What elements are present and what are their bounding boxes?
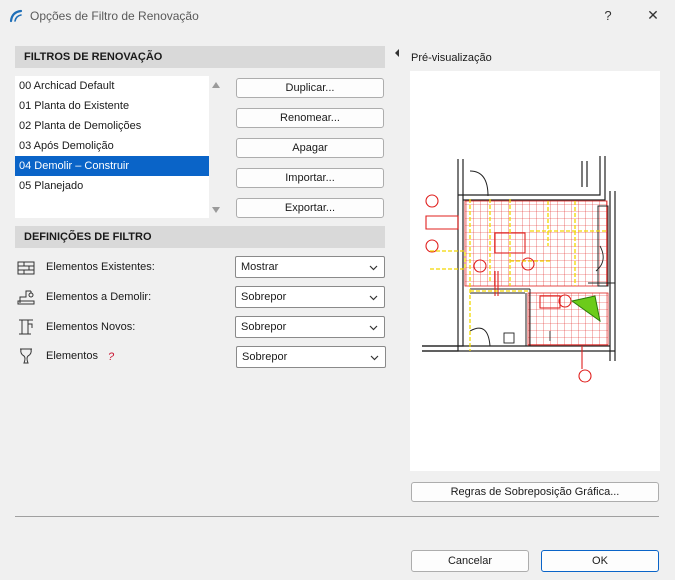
filter-list-item-selected[interactable]: 04 Demolir – Construir — [15, 156, 209, 176]
filters-header: FILTROS DE RENOVAÇÃO — [15, 46, 385, 68]
elements-suffix: ? — [108, 351, 115, 363]
demolish-elements-label: Elementos a Demolir: — [46, 291, 152, 303]
filter-list-item[interactable]: 02 Planta de Demolições — [15, 116, 209, 136]
collapse-arrow-icon[interactable] — [393, 48, 401, 58]
chevron-down-icon — [369, 325, 378, 331]
footer-divider — [15, 516, 659, 517]
definitions-header: DEFINIÇÕES DE FILTRO — [15, 226, 385, 248]
export-button[interactable]: Exportar... — [236, 198, 384, 218]
preview-label: Pré-visualização — [411, 52, 492, 64]
graphic-overrides-button[interactable]: Regras de Sobreposição Gráfica... — [411, 482, 659, 502]
existing-elements-label: Elementos Existentes: — [46, 261, 155, 273]
duplicate-button[interactable]: Duplicar... — [236, 78, 384, 98]
scroll-down-icon[interactable] — [211, 205, 221, 215]
new-elements-icon — [19, 319, 33, 335]
new-elements-select[interactable]: Sobrepor — [235, 316, 385, 338]
elements-value: Sobrepor — [242, 351, 288, 363]
demolish-elements-select[interactable]: Sobrepor — [235, 286, 385, 308]
filter-list[interactable]: 00 Archicad Default 01 Planta do Existen… — [15, 76, 209, 218]
import-button[interactable]: Importar... — [236, 168, 384, 188]
vase-icon — [20, 348, 32, 364]
archicad-icon — [9, 9, 23, 23]
elements-select[interactable]: Sobrepor — [236, 346, 386, 368]
filter-list-item[interactable]: 03 Após Demolição — [15, 136, 209, 156]
chevron-down-icon — [370, 355, 379, 361]
ok-button[interactable]: OK — [541, 550, 659, 572]
existing-elements-icon — [17, 261, 35, 275]
new-elements-value: Sobrepor — [241, 321, 287, 333]
window-title: Opções de Filtro de Renovação — [30, 9, 199, 23]
scroll-up-icon[interactable] — [211, 80, 221, 90]
new-elements-label: Elementos Novos: — [46, 321, 136, 333]
existing-elements-value: Mostrar — [241, 261, 279, 273]
close-button[interactable]: ✕ — [645, 7, 661, 23]
delete-button[interactable]: Apagar — [236, 138, 384, 158]
chevron-down-icon — [369, 265, 378, 271]
cancel-button[interactable]: Cancelar — [411, 550, 529, 572]
floor-plan-preview — [422, 156, 616, 383]
existing-elements-select[interactable]: Mostrar — [235, 256, 385, 278]
chevron-down-icon — [369, 295, 378, 301]
filter-list-item[interactable]: 05 Planejado — [15, 176, 209, 196]
rename-button[interactable]: Renomear... — [236, 108, 384, 128]
help-button[interactable]: ? — [600, 8, 616, 24]
filter-list-item[interactable]: 01 Planta do Existente — [15, 96, 209, 116]
filter-list-item[interactable]: 00 Archicad Default — [15, 76, 209, 96]
elements-label: Elementos — [46, 350, 98, 362]
preview-panel — [410, 71, 660, 471]
demolish-elements-icon — [17, 290, 35, 305]
demolish-elements-value: Sobrepor — [241, 291, 287, 303]
